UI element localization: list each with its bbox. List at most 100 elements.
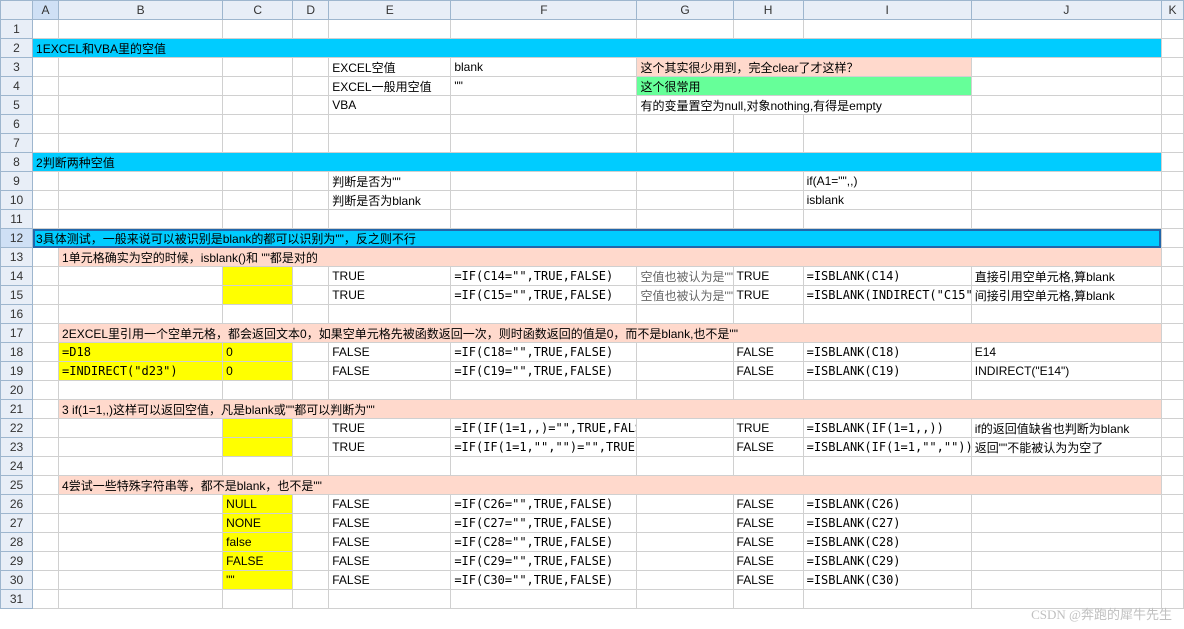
cell[interactable]: blank: [451, 58, 637, 77]
cell[interactable]: 2EXCEL里引用一个空单元格，都会返回文本0，如果空单元格先被函数返回一次，则…: [59, 324, 1162, 343]
row-18[interactable]: 18=D180FALSE=IF(C18="",TRUE,FALSE)FALSE=…: [1, 343, 1184, 362]
row-header[interactable]: 10: [1, 191, 33, 210]
row-header[interactable]: 12: [1, 229, 33, 248]
row-header[interactable]: 11: [1, 210, 33, 229]
cell[interactable]: 1单元格确实为空的时候，isblank()和 ""都是对的: [59, 248, 1162, 267]
cell[interactable]: =ISBLANK(IF(1=1,,)): [803, 419, 971, 438]
row-9[interactable]: 9 判断是否为"" if(A1="",,): [1, 172, 1184, 191]
row-header[interactable]: 19: [1, 362, 33, 381]
cell[interactable]: FALSE: [329, 495, 451, 514]
row-27[interactable]: 27NONEFALSE=IF(C27="",TRUE,FALSE)FALSE=I…: [1, 514, 1184, 533]
row-header[interactable]: 27: [1, 514, 33, 533]
row-header[interactable]: 26: [1, 495, 33, 514]
row-31[interactable]: 31: [1, 590, 1184, 609]
cell[interactable]: 3 if(1=1,,)这样可以返回空值，凡是blank或""都可以判断为"": [59, 400, 1162, 419]
cell[interactable]: INDIRECT("E14"): [971, 362, 1161, 381]
cell[interactable]: TRUE: [733, 267, 803, 286]
col-header-B[interactable]: B: [59, 1, 223, 20]
row-header[interactable]: 22: [1, 419, 33, 438]
row-20[interactable]: 20: [1, 381, 1184, 400]
cell[interactable]: FALSE: [733, 514, 803, 533]
cell-active[interactable]: 3具体测试，一般来说可以被识别是blank的都可以识别为""，反之则不行: [33, 229, 1162, 248]
cell[interactable]: 间接引用空单元格,算blank: [971, 286, 1161, 305]
cell[interactable]: =IF(C27="",TRUE,FALSE): [451, 514, 637, 533]
row-header[interactable]: 4: [1, 77, 33, 96]
row-header[interactable]: 31: [1, 590, 33, 609]
cell[interactable]: =IF(C18="",TRUE,FALSE): [451, 343, 637, 362]
cell[interactable]: =IF(C15="",TRUE,FALSE): [451, 286, 637, 305]
cell[interactable]: 1EXCEL和VBA里的空值: [33, 39, 1162, 58]
col-header-H[interactable]: H: [733, 1, 803, 20]
cell[interactable]: 判断是否为"": [329, 172, 451, 191]
row-header[interactable]: 7: [1, 134, 33, 153]
cell[interactable]: 这个其实很少用到，完全clear了才这样？: [637, 58, 971, 77]
cell[interactable]: FALSE: [329, 533, 451, 552]
row-header[interactable]: 3: [1, 58, 33, 77]
cell[interactable]: TRUE: [329, 419, 451, 438]
row-8[interactable]: 82判断两种空值: [1, 153, 1184, 172]
cell[interactable]: FALSE: [733, 552, 803, 571]
row-25[interactable]: 254尝试一些特殊字符串等，都不是blank，也不是"": [1, 476, 1184, 495]
spreadsheet[interactable]: A B C D E F G H I J K 1 21EXCEL和VBA里的空值 …: [0, 0, 1184, 609]
cell[interactable]: if的返回值缺省也判断为blank: [971, 419, 1161, 438]
row-15[interactable]: 15TRUE=IF(C15="",TRUE,FALSE)空值也被认为是""TRU…: [1, 286, 1184, 305]
cell[interactable]: FALSE: [733, 495, 803, 514]
cell[interactable]: 这个很常用: [637, 77, 971, 96]
row-29[interactable]: 29FALSEFALSE=IF(C29="",TRUE,FALSE)FALSE=…: [1, 552, 1184, 571]
cell[interactable]: isblank: [803, 191, 971, 210]
cell[interactable]: FALSE: [733, 362, 803, 381]
col-header-F[interactable]: F: [451, 1, 637, 20]
col-header-A[interactable]: A: [33, 1, 59, 20]
cell[interactable]: =IF(IF(1=1,,)="",TRUE,FALSE): [451, 419, 637, 438]
select-all-cell[interactable]: [1, 1, 33, 20]
row-14[interactable]: 14TRUE=IF(C14="",TRUE,FALSE)空值也被认为是""TRU…: [1, 267, 1184, 286]
cell[interactable]: TRUE: [329, 286, 451, 305]
row-header[interactable]: 13: [1, 248, 33, 267]
cell[interactable]: 空值也被认为是"": [637, 286, 733, 305]
row-header[interactable]: 9: [1, 172, 33, 191]
cell[interactable]: =ISBLANK(C27): [803, 514, 971, 533]
row-header[interactable]: 21: [1, 400, 33, 419]
cell[interactable]: EXCEL一般用空值: [329, 77, 451, 96]
cell[interactable]: if(A1="",,): [803, 172, 971, 191]
cell[interactable]: =ISBLANK(C29): [803, 552, 971, 571]
row-header[interactable]: 29: [1, 552, 33, 571]
cell[interactable]: FALSE: [733, 533, 803, 552]
row-header[interactable]: 24: [1, 457, 33, 476]
cell[interactable]: TRUE: [329, 438, 451, 457]
cell[interactable]: VBA: [329, 96, 451, 115]
cell[interactable]: =IF(C14="",TRUE,FALSE): [451, 267, 637, 286]
cell[interactable]: NULL: [223, 495, 293, 514]
cell[interactable]: EXCEL空值: [329, 58, 451, 77]
row-19[interactable]: 19=INDIRECT("d23")0FALSE=IF(C19="",TRUE,…: [1, 362, 1184, 381]
row-header[interactable]: 17: [1, 324, 33, 343]
col-header-K[interactable]: K: [1161, 1, 1183, 20]
cell[interactable]: =ISBLANK(C18): [803, 343, 971, 362]
cell[interactable]: FALSE: [329, 514, 451, 533]
row-12[interactable]: 123具体测试，一般来说可以被识别是blank的都可以识别为""，反之则不行: [1, 229, 1184, 248]
cell[interactable]: 返回""不能被认为为空了: [971, 438, 1161, 457]
cell[interactable]: 直接引用空单元格,算blank: [971, 267, 1161, 286]
cell[interactable]: =IF(C29="",TRUE,FALSE): [451, 552, 637, 571]
cell[interactable]: FALSE: [329, 362, 451, 381]
cell[interactable]: 0: [223, 343, 293, 362]
row-10[interactable]: 10判断是否为blankisblank: [1, 191, 1184, 210]
row-header[interactable]: 25: [1, 476, 33, 495]
cell[interactable]: =ISBLANK(C19): [803, 362, 971, 381]
row-header[interactable]: 23: [1, 438, 33, 457]
cell[interactable]: FALSE: [329, 571, 451, 590]
row-3[interactable]: 3 EXCEL空值blank这个其实很少用到，完全clear了才这样？: [1, 58, 1184, 77]
cell[interactable]: 0: [223, 362, 293, 381]
column-headers[interactable]: A B C D E F G H I J K: [1, 1, 1184, 20]
cell[interactable]: FALSE: [733, 343, 803, 362]
cell[interactable]: =IF(C19="",TRUE,FALSE): [451, 362, 637, 381]
row-22[interactable]: 22TRUE=IF(IF(1=1,,)="",TRUE,FALSE)TRUE=I…: [1, 419, 1184, 438]
row-header[interactable]: 2: [1, 39, 33, 58]
cell[interactable]: =D18: [59, 343, 223, 362]
row-header[interactable]: 15: [1, 286, 33, 305]
col-header-G[interactable]: G: [637, 1, 733, 20]
row-1[interactable]: 1: [1, 20, 1184, 39]
cell[interactable]: "": [451, 77, 637, 96]
row-11[interactable]: 11: [1, 210, 1184, 229]
row-16[interactable]: 16: [1, 305, 1184, 324]
